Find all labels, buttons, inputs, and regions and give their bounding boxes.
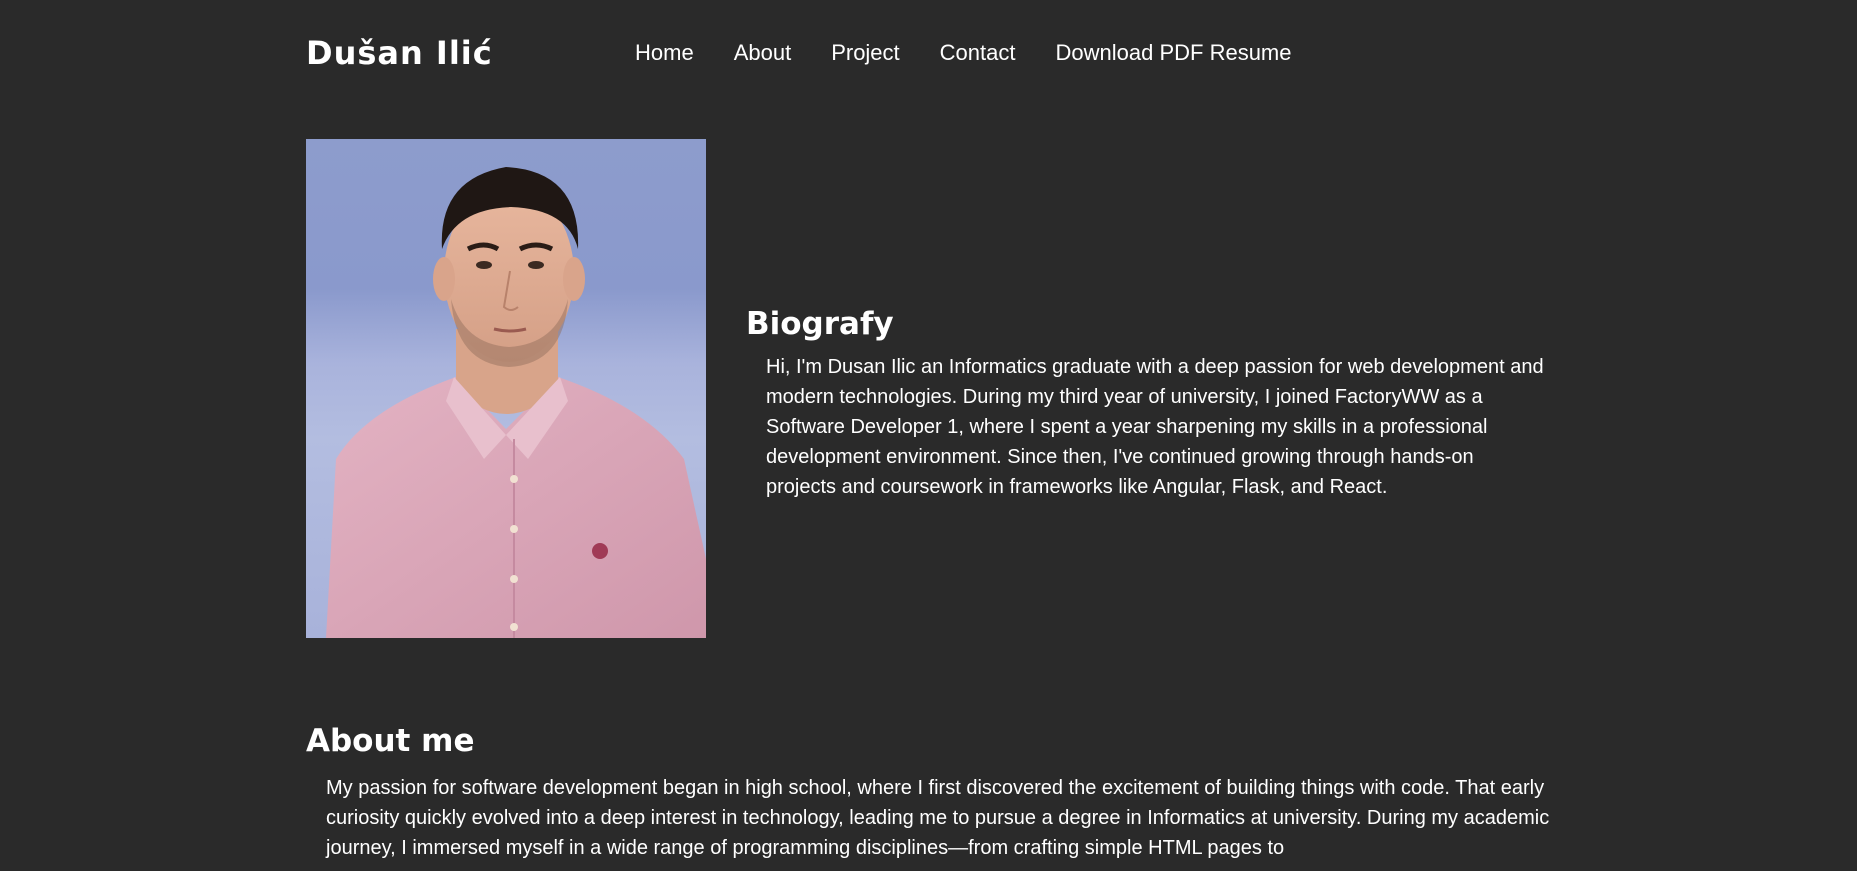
- page: Dušan Ilić Home About Project Contact Do…: [0, 0, 1857, 871]
- about-heading: About me: [306, 723, 475, 759]
- about-text: My passion for software development bega…: [326, 777, 1550, 859]
- nav-about-link[interactable]: About: [734, 40, 792, 66]
- site-header: Dušan Ilić Home About Project Contact Do…: [306, 30, 1556, 76]
- nav-contact-link[interactable]: Contact: [940, 40, 1016, 66]
- nav-project-link[interactable]: Project: [831, 40, 899, 66]
- biography-heading: Biografy: [746, 306, 894, 342]
- about-section: About me My passion for software develop…: [306, 719, 1549, 863]
- profile-photo-illustration: [326, 167, 706, 638]
- profile-photo: [306, 139, 706, 638]
- biography-text: Hi, I'm Dusan Ilic an Informatics gradua…: [766, 356, 1544, 498]
- download-resume-link[interactable]: Download PDF Resume: [1056, 40, 1292, 66]
- nav-home-link[interactable]: Home: [635, 40, 694, 66]
- biography-section: Biografy Hi, I'm Dusan Ilic an Informati…: [746, 302, 1546, 502]
- main-nav: Home About Project Contact Download PDF …: [635, 30, 1291, 76]
- site-brand[interactable]: Dušan Ilić: [306, 30, 493, 76]
